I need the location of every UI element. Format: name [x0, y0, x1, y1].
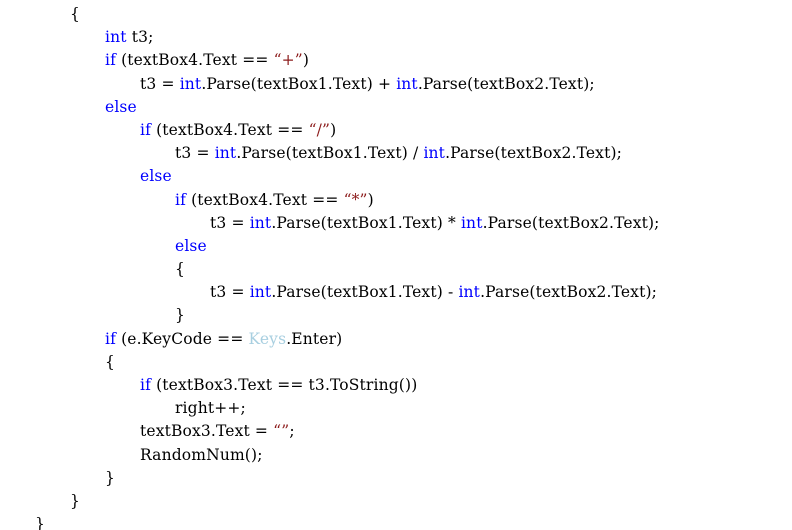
code-line[interactable]: t3 = int.Parse(textBox1.Text) - int.Pars…: [0, 281, 792, 304]
code-token-plain: (textBox3.Text == t3.ToString()): [151, 376, 418, 394]
code-token-plain: ): [302, 51, 310, 70]
code-token-keyword: int: [396, 74, 418, 93]
code-token-plain: ): [330, 120, 337, 139]
code-token-plain: .Parse(textBox1.Text) /: [236, 144, 424, 163]
code-line[interactable]: t3 = int.Parse(textBox1.Text) / int.Pars…: [0, 142, 792, 165]
code-token-brace: }: [175, 306, 186, 325]
code-token-keyword: int: [249, 213, 272, 232]
code-token-plain: textBox3.Text =: [140, 422, 274, 441]
code-token-plain: t3 =: [210, 213, 250, 232]
code-token-plain: (textBox4.Text ==: [186, 190, 344, 209]
code-line[interactable]: RandomNum();: [0, 444, 792, 467]
code-line[interactable]: if (e.KeyCode == Keys.Enter): [0, 328, 792, 351]
code-line[interactable]: if (textBox4.Text == “+”): [0, 49, 792, 72]
code-token-class: Keys: [248, 329, 287, 348]
code-token-keyword: if: [105, 329, 116, 348]
code-token-keyword: else: [175, 236, 207, 255]
code-token-string: “+”: [273, 51, 303, 70]
code-token-plain: .Parse(textBox2.Text);: [482, 213, 660, 232]
code-token-string: “/”: [308, 120, 331, 139]
code-token-string: “”: [273, 422, 290, 441]
code-token-keyword: else: [140, 167, 172, 186]
code-token-brace: {: [105, 352, 116, 371]
code-token-keyword: else: [105, 97, 137, 116]
code-line[interactable]: textBox3.Text = “”;: [0, 420, 792, 443]
code-line[interactable]: {: [0, 351, 792, 374]
code-token-brace: }: [70, 491, 81, 510]
code-token-keyword: int: [460, 213, 483, 232]
code-line[interactable]: int t3;: [0, 26, 792, 49]
code-token-keyword: int: [249, 283, 272, 302]
code-token-plain: t3;: [126, 28, 154, 47]
code-token-plain: t3 =: [175, 144, 215, 163]
code-token-plain: (e.KeyCode ==: [116, 329, 249, 348]
code-token-plain: .Parse(textBox1.Text) *: [271, 213, 461, 232]
code-token-keyword: int: [214, 144, 237, 163]
code-line[interactable]: if (textBox4.Text == “/”): [0, 119, 792, 142]
code-token-brace: }: [35, 515, 46, 530]
code-token-plain: .Parse(textBox2.Text);: [417, 74, 595, 93]
code-token-keyword: int: [105, 28, 127, 47]
code-token-plain: .Parse(textBox1.Text) +: [201, 74, 397, 93]
code-screenshot: {int t3; if (textBox4.Text == “+”) t3 = in…: [0, 0, 792, 530]
code-token-plain: right++;: [175, 399, 246, 418]
code-token-plain: RandomNum();: [140, 445, 263, 464]
code-token-keyword: int: [179, 74, 202, 93]
code-line[interactable]: {: [0, 3, 792, 26]
code-line[interactable]: t3 = int.Parse(textBox1.Text) * int.Pars…: [0, 212, 792, 235]
code-listing[interactable]: {int t3; if (textBox4.Text == “+”) t3 = in…: [0, 0, 792, 530]
code-token-string: “*”: [343, 190, 368, 209]
code-token-plain: (textBox4.Text ==: [151, 120, 309, 139]
code-line[interactable]: t3 = int.Parse(textBox1.Text) + int.Pars…: [0, 73, 792, 96]
code-line[interactable]: else: [0, 96, 792, 119]
code-token-brace: {: [70, 5, 81, 23]
code-token-plain: ;: [289, 422, 295, 441]
code-token-plain: .Parse(textBox2.Text);: [480, 283, 658, 302]
code-line[interactable]: if (textBox4.Text == “*”): [0, 189, 792, 212]
code-token-plain: t3 =: [210, 283, 250, 302]
code-line[interactable]: else: [0, 235, 792, 258]
code-token-keyword: int: [423, 144, 446, 163]
code-line[interactable]: }: [0, 490, 792, 513]
code-line[interactable]: }: [0, 304, 792, 327]
code-line[interactable]: {: [0, 258, 792, 281]
code-token-plain: .Enter): [286, 329, 343, 348]
code-token-keyword: int: [458, 283, 481, 302]
code-token-plain: .Parse(textBox1.Text) -: [271, 283, 459, 302]
code-token-plain: .Parse(textBox2.Text);: [445, 144, 623, 163]
code-token-plain: t3 =: [140, 74, 180, 93]
code-line[interactable]: }: [0, 467, 792, 490]
code-token-brace: {: [175, 260, 186, 279]
code-token-keyword: if: [175, 190, 186, 209]
code-line[interactable]: if (textBox3.Text == t3.ToString()): [0, 374, 792, 397]
code-token-keyword: if: [140, 376, 151, 394]
code-token-keyword: if: [140, 120, 151, 139]
code-line[interactable]: else: [0, 165, 792, 188]
code-token-keyword: if: [105, 51, 116, 70]
code-line[interactable]: right++;: [0, 397, 792, 420]
code-token-plain: ): [367, 190, 374, 209]
code-token-plain: (textBox4.Text ==: [116, 51, 274, 70]
code-token-brace: }: [105, 468, 116, 487]
code-line[interactable]: }: [0, 513, 792, 530]
